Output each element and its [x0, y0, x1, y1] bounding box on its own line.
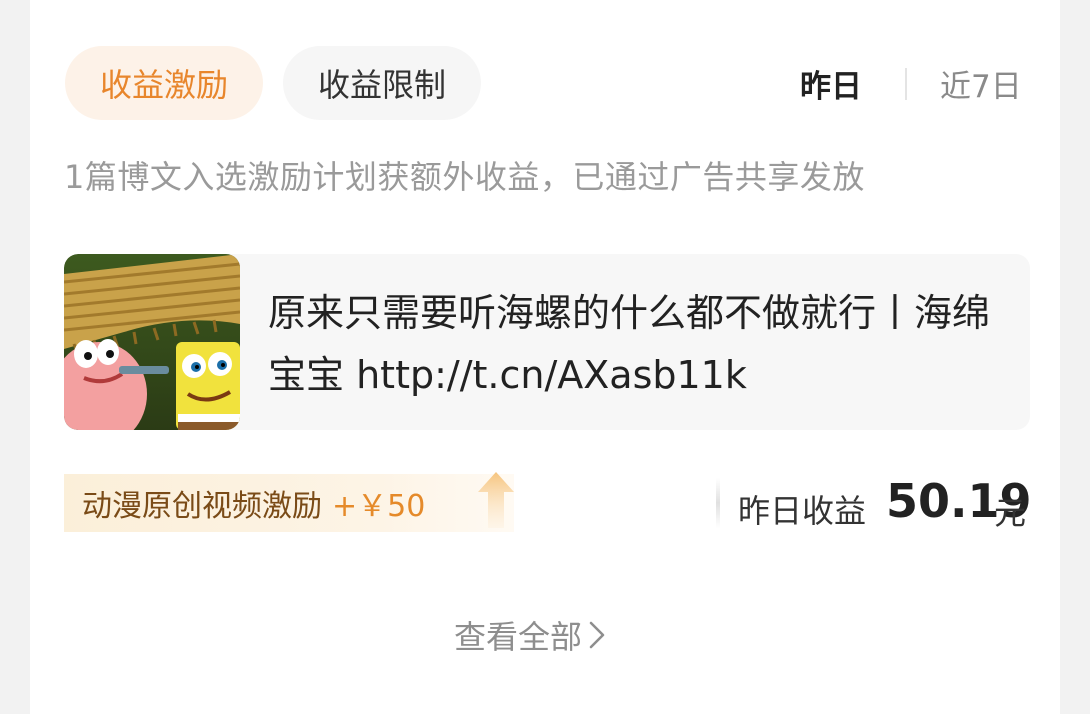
- tab-revenue-limit[interactable]: 收益限制: [283, 46, 481, 120]
- earnings-unit: 元: [994, 494, 1027, 532]
- period-divider: [905, 68, 907, 100]
- period-last-7-days[interactable]: 近7日: [940, 60, 1022, 106]
- post-thumbnail: [64, 254, 240, 430]
- post-title: 原来只需要听海螺的什么都不做就行丨海绵宝宝 http://t.cn/AXasb1…: [268, 291, 991, 397]
- incentive-badge: 动漫原创视频激励 +￥50: [64, 472, 514, 532]
- earnings-label: 昨日收益: [738, 492, 867, 530]
- incentive-description: 1篇博文入选激励计划获额外收益，已通过广告共享发放: [64, 158, 865, 196]
- earnings-card: 收益激励 收益限制 昨日 近7日 1篇博文入选激励计划获额外收益，已通过广告共享…: [30, 0, 1060, 714]
- tab-revenue-incentive[interactable]: 收益激励: [65, 46, 263, 120]
- post-card[interactable]: 原来只需要听海螺的什么都不做就行丨海绵宝宝 http://t.cn/AXasb1…: [64, 254, 1030, 430]
- arrow-up-icon: [478, 472, 514, 528]
- post-thumbnail-image: [64, 254, 240, 430]
- tab-revenue-limit-label: 收益限制: [317, 66, 446, 104]
- tab-revenue-incentive-label: 收益激励: [99, 66, 228, 104]
- earnings-divider: [716, 478, 720, 528]
- incentive-badge-label: 动漫原创视频激励: [82, 489, 322, 524]
- incentive-badge-bonus: +￥50: [332, 489, 426, 524]
- chevron-right-icon: [589, 621, 605, 649]
- period-yesterday[interactable]: 昨日: [800, 60, 862, 106]
- view-all-label: 查看全部: [454, 618, 583, 656]
- view-all-link[interactable]: 查看全部: [454, 612, 606, 658]
